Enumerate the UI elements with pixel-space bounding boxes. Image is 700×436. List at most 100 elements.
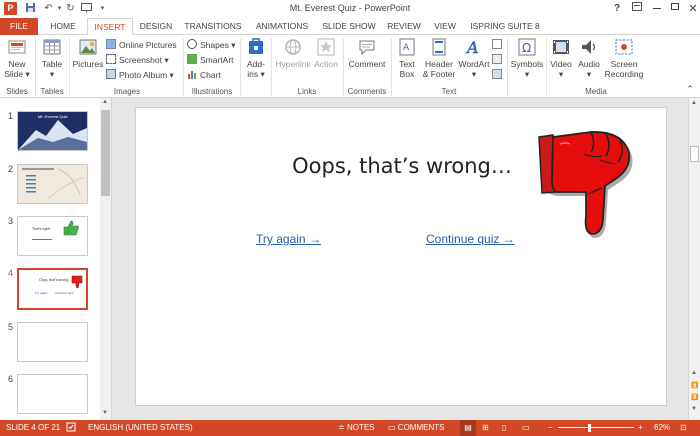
notes-button[interactable]: ≐ NOTES bbox=[338, 420, 375, 436]
shapes-button[interactable]: Shapes ▾ bbox=[187, 39, 235, 52]
signature-line-button[interactable] bbox=[492, 39, 505, 52]
screenshot-button[interactable]: Screenshot ▾ bbox=[106, 54, 169, 67]
screen-recording-button[interactable]: Screen Recording bbox=[604, 37, 644, 79]
tab-insert[interactable]: INSERT bbox=[87, 18, 133, 36]
addins-button[interactable]: Add- ins ▾ bbox=[243, 37, 269, 79]
spell-check-icon[interactable] bbox=[66, 420, 76, 436]
thumbs-down-icon bbox=[71, 275, 83, 289]
action-button[interactable]: Action bbox=[313, 37, 339, 69]
table-button[interactable]: Table ▾ bbox=[38, 37, 66, 79]
help-button[interactable]: ? bbox=[606, 0, 628, 18]
date-time-button[interactable] bbox=[492, 54, 505, 67]
thumbs-down-hand-image[interactable] bbox=[536, 130, 634, 242]
thumbnail-number: 5 bbox=[8, 322, 14, 332]
thumbnail-caption: Mt. Everest Quiz bbox=[38, 114, 68, 119]
comment-button[interactable]: Comment bbox=[346, 37, 388, 69]
slide-thumbnail-6[interactable] bbox=[17, 374, 88, 414]
svg-text:A: A bbox=[465, 38, 479, 57]
video-button[interactable]: Video ▾ bbox=[548, 37, 574, 79]
zoom-slider-thumb[interactable] bbox=[588, 424, 591, 432]
slide-canvas[interactable]: Oops, that’s wrong… Try again → Continue… bbox=[135, 107, 667, 406]
thumbnail-caption: That's right! bbox=[32, 227, 51, 231]
scroll-down-icon-2[interactable]: ▼ bbox=[691, 406, 697, 412]
collapse-ribbon-icon[interactable]: ⌃ bbox=[684, 84, 696, 94]
screenshot-icon bbox=[106, 54, 116, 64]
pictures-button[interactable]: Pictures bbox=[72, 37, 104, 69]
tab-transitions[interactable]: TRANSITIONS bbox=[180, 18, 246, 35]
scrollbar-thumb[interactable] bbox=[101, 110, 110, 196]
tab-ispring-suite[interactable]: ISPRING SUITE 8 bbox=[468, 18, 542, 35]
group-label-slides: Slides bbox=[6, 87, 28, 96]
scroll-down-icon[interactable]: ▼ bbox=[102, 410, 108, 416]
slide-thumbnail-3[interactable]: That's right! bbox=[17, 216, 88, 256]
slide-show-icon[interactable]: ▭ bbox=[522, 420, 530, 436]
editing-area-scrollbar[interactable]: ▲ ▲ ⏫ ⏬ ▼ bbox=[688, 98, 700, 420]
shapes-icon bbox=[187, 39, 197, 49]
map-thumbnail bbox=[18, 165, 87, 203]
slide-thumbnail-pane: 1 Mt. Everest Quiz 2 3 That's right! 4 O… bbox=[0, 98, 112, 420]
zoom-out-button[interactable]: − bbox=[548, 420, 553, 436]
screen-recording-label: Screen bbox=[610, 59, 638, 69]
slide-thumbnail-1[interactable]: Mt. Everest Quiz bbox=[17, 111, 88, 151]
shapes-label: Shapes ▾ bbox=[200, 40, 236, 50]
table-dropdown-icon: ▾ bbox=[49, 69, 55, 79]
text-box-label: Text bbox=[399, 59, 415, 69]
ribbon-insert: New Slide ▾ Slides Table ▾ Tables Pictur… bbox=[0, 35, 700, 98]
addins-label: Add- bbox=[247, 59, 265, 69]
hyperlink-button[interactable]: Hyperlink bbox=[274, 37, 312, 69]
audio-button[interactable]: Audio ▾ bbox=[575, 37, 603, 79]
tab-home[interactable]: HOME bbox=[42, 18, 84, 35]
previous-slide-icon[interactable]: ⏫ bbox=[691, 382, 698, 389]
comments-button[interactable]: ▭ COMMENTS bbox=[388, 420, 444, 436]
thumbs-up-icon bbox=[63, 220, 79, 236]
scroll-down-icon[interactable]: ▲ bbox=[691, 370, 697, 376]
group-label-comments: Comments bbox=[347, 87, 387, 96]
slide-thumbnail-2[interactable] bbox=[17, 164, 88, 204]
smartart-icon bbox=[187, 54, 197, 64]
header-footer-label: Header bbox=[425, 59, 453, 69]
fit-slide-icon[interactable]: ⊡ bbox=[680, 420, 687, 436]
tab-view[interactable]: VIEW bbox=[428, 18, 462, 35]
scrollbar-thumb[interactable] bbox=[690, 146, 699, 162]
tab-slide-show[interactable]: SLIDE SHOW bbox=[318, 18, 380, 35]
zoom-in-button[interactable]: + bbox=[638, 420, 643, 436]
status-bar: SLIDE 4 OF 21 ENGLISH (UNITED STATES) ≐ … bbox=[0, 420, 700, 436]
slide-sorter-icon[interactable]: ⊞ bbox=[482, 420, 489, 436]
ribbon-display-options-icon[interactable] bbox=[626, 0, 648, 18]
normal-view-icon[interactable]: ▤ bbox=[460, 420, 476, 436]
text-box-button[interactable]: A Text Box bbox=[393, 37, 421, 79]
header-footer-button[interactable]: Header & Footer bbox=[421, 37, 457, 79]
next-slide-icon[interactable]: ⏬ bbox=[691, 394, 698, 401]
tab-design[interactable]: DESIGN bbox=[136, 18, 176, 35]
zoom-slider[interactable] bbox=[558, 427, 634, 428]
new-slide-button[interactable]: New Slide ▾ bbox=[2, 37, 32, 79]
online-pictures-button[interactable]: Online Pictures bbox=[106, 39, 177, 52]
slide-thumbnail-5[interactable] bbox=[17, 322, 88, 362]
thumbnail-scrollbar[interactable]: ▲ ▼ bbox=[100, 98, 111, 420]
chart-button[interactable]: Chart bbox=[187, 69, 221, 82]
scroll-up-icon[interactable]: ▲ bbox=[102, 99, 108, 105]
photo-album-label: Photo Album ▾ bbox=[119, 70, 174, 80]
header-footer-icon bbox=[432, 38, 446, 56]
comments-icon: ▭ bbox=[388, 423, 396, 432]
symbols-dropdown: ▾ bbox=[524, 69, 530, 79]
object-button[interactable] bbox=[492, 69, 505, 82]
symbols-button[interactable]: Ω Symbols ▾ bbox=[510, 37, 544, 79]
screen-recording-label-2: Recording bbox=[604, 69, 644, 79]
try-again-link[interactable]: Try again → bbox=[256, 232, 321, 246]
audio-label: Audio bbox=[578, 59, 600, 69]
tab-file[interactable]: FILE bbox=[0, 18, 38, 35]
scroll-up-icon[interactable]: ▲ bbox=[691, 100, 697, 106]
zoom-level[interactable]: 62% bbox=[654, 420, 670, 436]
language[interactable]: ENGLISH (UNITED STATES) bbox=[88, 420, 193, 436]
slide-thumbnail-4-selected[interactable]: Oops, that's wrong... Try again Continue… bbox=[17, 268, 88, 310]
wordart-button[interactable]: A WordArt ▾ bbox=[457, 37, 491, 79]
tab-animations[interactable]: ANIMATIONS bbox=[250, 18, 314, 35]
continue-quiz-link[interactable]: Continue quiz → bbox=[426, 232, 515, 246]
photo-album-button[interactable]: Photo Album ▾ bbox=[106, 69, 174, 82]
smartart-button[interactable]: SmartArt bbox=[187, 54, 234, 67]
screenshot-label: Screenshot ▾ bbox=[119, 55, 169, 65]
close-icon[interactable]: ✕ bbox=[682, 0, 700, 18]
tab-review[interactable]: REVIEW bbox=[384, 18, 424, 35]
reading-view-icon[interactable]: ▯ bbox=[502, 420, 506, 436]
